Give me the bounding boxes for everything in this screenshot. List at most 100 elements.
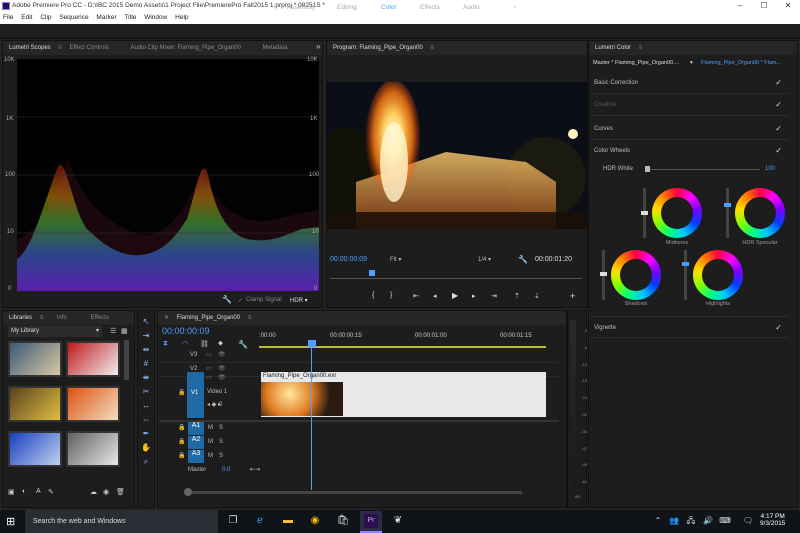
- volume-icon[interactable]: 🔊: [700, 513, 716, 529]
- hdr-white-slider[interactable]: [650, 169, 760, 170]
- mark-in-button[interactable]: {: [372, 292, 374, 299]
- library-item[interactable]: [66, 431, 120, 467]
- wrench-icon[interactable]: 🔧: [222, 295, 232, 304]
- timeline-settings-icon[interactable]: 🔧: [238, 340, 248, 349]
- menu-title[interactable]: Title: [124, 14, 136, 21]
- linked-selection-icon[interactable]: ⛓: [200, 340, 209, 348]
- slip-tool-icon[interactable]: ↔: [140, 400, 152, 412]
- add-style-icon[interactable]: ✎: [48, 488, 54, 496]
- color-wheels-checkbox[interactable]: ✓: [775, 140, 782, 162]
- shadows-color-wheel[interactable]: [611, 250, 661, 300]
- panel-menu-icon[interactable]: ≡: [58, 45, 62, 51]
- library-item[interactable]: [66, 386, 120, 422]
- extract-button[interactable]: ⇣: [534, 292, 540, 300]
- add-color-icon[interactable]: ◐: [22, 488, 26, 495]
- track-a1-mute[interactable]: M: [208, 422, 213, 435]
- creative-checkbox[interactable]: ✓: [775, 94, 782, 116]
- step-back-button[interactable]: ◂: [433, 292, 437, 300]
- taskbar-search-box[interactable]: Search the web and Windows: [25, 510, 218, 533]
- section-curves[interactable]: Curves ✓: [590, 118, 788, 140]
- program-panel-menu-icon[interactable]: ≡: [430, 45, 434, 51]
- ripple-edit-tool-icon[interactable]: ⇹: [140, 344, 152, 356]
- play-button[interactable]: ▶: [452, 291, 458, 300]
- library-selector[interactable]: My Library ▾: [8, 326, 102, 337]
- program-scrubber[interactable]: [330, 271, 582, 279]
- highlights-slider-handle[interactable]: [682, 262, 689, 266]
- minimize-button[interactable]: –: [728, 0, 752, 12]
- timeline-clip[interactable]: Flaming_Pipe_Organ00.exr: [261, 372, 546, 417]
- libraries-scrollbar[interactable]: [124, 340, 129, 380]
- menu-file[interactable]: File: [3, 14, 13, 21]
- tab-info[interactable]: Info: [57, 315, 67, 321]
- scope-mode-dropdown[interactable]: HDR ▾: [290, 297, 308, 304]
- share-icon[interactable]: ◉: [103, 488, 109, 496]
- basic-correction-checkbox[interactable]: ✓: [775, 72, 782, 94]
- edge-browser-icon[interactable]: ℯ: [252, 513, 268, 529]
- track-label-a2[interactable]: A2: [188, 436, 204, 449]
- chrome-icon[interactable]: ◉: [307, 513, 323, 529]
- close-sequence-icon[interactable]: ✕: [164, 315, 169, 321]
- libraries-menu-icon[interactable]: ≡: [40, 315, 44, 321]
- lift-button[interactable]: ⇡: [514, 292, 520, 300]
- selection-tool-icon[interactable]: ↖: [140, 316, 152, 328]
- menu-help[interactable]: Help: [175, 14, 188, 21]
- hdr-specular-color-wheel[interactable]: [735, 188, 785, 238]
- menu-edit[interactable]: Edit: [21, 14, 32, 21]
- tab-metadata[interactable]: Metadata: [263, 45, 288, 51]
- premiere-taskbar-button[interactable]: Pr: [360, 511, 382, 533]
- track-v1-sync-icon[interactable]: ▭: [206, 372, 212, 385]
- workspace-editing[interactable]: Editing: [337, 0, 357, 15]
- track-v3-eye-icon[interactable]: 👁: [218, 349, 226, 362]
- close-button[interactable]: ✕: [776, 0, 800, 12]
- section-vignette[interactable]: Vignette ✓: [590, 316, 788, 338]
- network-icon[interactable]: 🖧: [683, 513, 699, 529]
- timeline-timecode[interactable]: 00:00:00:09: [162, 326, 210, 336]
- sequence-clip-selector[interactable]: Flaming_Pipe_Organ00 * Flam...: [701, 60, 781, 66]
- go-to-out-button[interactable]: ⇥: [491, 292, 497, 300]
- track-v3-sync-icon[interactable]: ▭: [206, 349, 212, 362]
- library-item[interactable]: [8, 431, 62, 467]
- fit-dropdown[interactable]: Fit ▾: [390, 256, 401, 263]
- slide-tool-icon[interactable]: ⇔: [140, 414, 152, 426]
- section-creative[interactable]: Creative ✓: [590, 94, 788, 116]
- track-a3-mute[interactable]: M: [208, 450, 213, 463]
- library-item[interactable]: [66, 341, 120, 377]
- hdr-white-value[interactable]: 100: [765, 166, 775, 172]
- track-label-v1[interactable]: V1: [191, 387, 198, 400]
- rolling-edit-tool-icon[interactable]: #: [140, 358, 152, 370]
- menu-clip[interactable]: Clip: [40, 14, 51, 21]
- highlights-color-wheel[interactable]: [693, 250, 743, 300]
- rate-stretch-tool-icon[interactable]: ⇼: [140, 372, 152, 384]
- razor-tool-icon[interactable]: ✂: [140, 386, 152, 398]
- program-playhead[interactable]: [369, 270, 375, 276]
- track-v1-eye-icon[interactable]: 👁: [218, 372, 226, 385]
- midtones-slider-handle[interactable]: [641, 211, 648, 215]
- workspace-overflow-icon[interactable]: »: [513, 0, 517, 15]
- insert-sequence-icon[interactable]: ⧗: [163, 340, 168, 348]
- zoom-handle-left[interactable]: [184, 488, 192, 496]
- program-timecode[interactable]: 00:00:00:09: [330, 256, 367, 263]
- monitor-settings-icon[interactable]: 🔧: [518, 255, 528, 264]
- track-a3-lock-icon[interactable]: 🔒: [178, 450, 185, 463]
- track-a2-solo[interactable]: S: [219, 436, 223, 449]
- workspace-assembly[interactable]: Assembly: [287, 0, 315, 15]
- hdr-specular-slider[interactable]: [726, 188, 729, 238]
- maximize-button[interactable]: ☐: [752, 0, 776, 12]
- timeline-playhead-handle[interactable]: [308, 340, 316, 347]
- step-forward-button[interactable]: ▸: [472, 292, 476, 300]
- track-a3-solo[interactable]: S: [219, 450, 223, 463]
- track-a1-lock-icon[interactable]: 🔒: [178, 422, 185, 435]
- master-clip-selector[interactable]: Master * Flaming_Pipe_Organ00....: [593, 60, 679, 66]
- tab-libraries[interactable]: Libraries: [9, 315, 32, 321]
- tray-overflow-icon[interactable]: ⌃: [650, 513, 666, 529]
- track-select-tool-icon[interactable]: ⇥: [140, 330, 152, 342]
- curves-checkbox[interactable]: ✓: [775, 118, 782, 140]
- clip-dropdown-icon[interactable]: ▾: [690, 60, 693, 66]
- add-graphic-icon[interactable]: ▣: [8, 488, 15, 496]
- shadows-slider-handle[interactable]: [600, 272, 607, 276]
- resolution-dropdown[interactable]: 1/4 ▾: [478, 256, 491, 263]
- track-a2-mute[interactable]: M: [208, 436, 213, 449]
- track-a2-lock-icon[interactable]: 🔒: [178, 436, 185, 449]
- workspace-effects[interactable]: Effects: [420, 0, 440, 15]
- pen-tool-icon[interactable]: ✒: [140, 428, 152, 440]
